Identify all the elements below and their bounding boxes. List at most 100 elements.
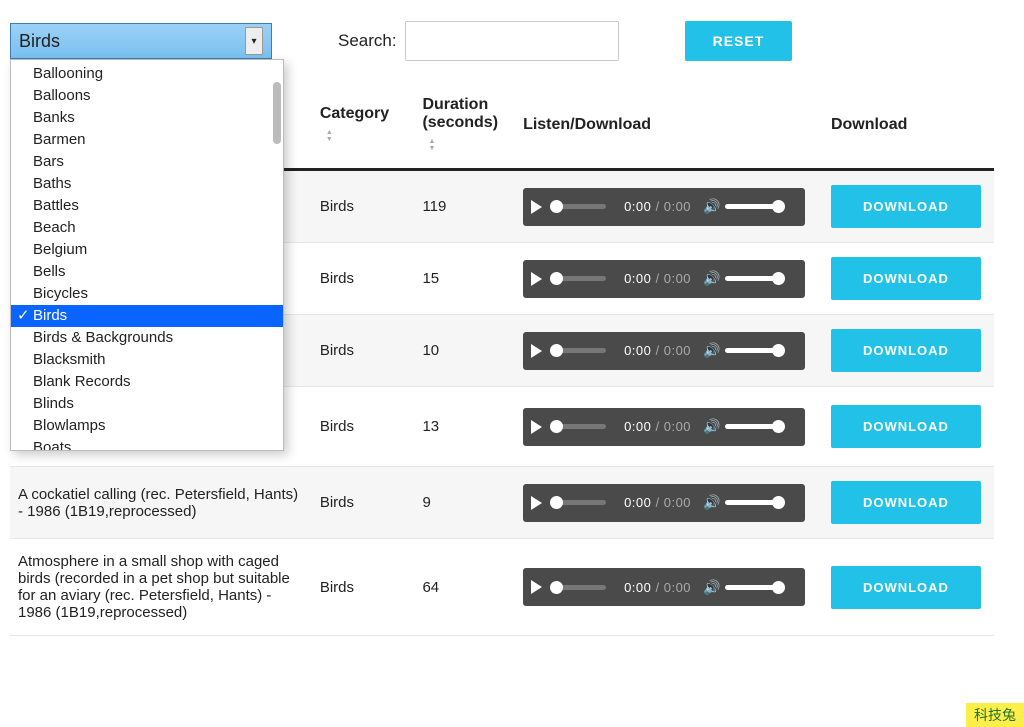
audio-player[interactable]: 0:00 / 0:00 🔊 <box>523 408 805 446</box>
audio-player[interactable]: 0:00 / 0:00 🔊 <box>523 484 805 522</box>
volume-icon[interactable]: 🔊 <box>703 198 721 215</box>
download-button[interactable]: DOWNLOAD <box>831 257 981 300</box>
dropdown-option[interactable]: Bicycles <box>11 283 283 305</box>
volume-icon[interactable]: 🔊 <box>703 494 721 511</box>
volume-knob[interactable] <box>772 272 785 285</box>
sort-icon: ▲▼ <box>428 138 435 152</box>
volume-slider[interactable] <box>725 585 781 590</box>
reset-button[interactable]: RESET <box>685 21 793 61</box>
cell-duration: 15 <box>414 243 515 315</box>
download-button[interactable]: DOWNLOAD <box>831 405 981 448</box>
download-button[interactable]: DOWNLOAD <box>831 329 981 372</box>
cell-download: DOWNLOAD <box>823 170 994 243</box>
seek-knob[interactable] <box>550 272 563 285</box>
cell-duration: 9 <box>414 467 515 539</box>
time-display: 0:00 / 0:00 <box>624 495 691 510</box>
cell-listen: 0:00 / 0:00 🔊 <box>515 387 823 467</box>
seek-knob[interactable] <box>550 496 563 509</box>
dropdown-option[interactable]: Battles <box>11 195 283 217</box>
cell-duration: 13 <box>414 387 515 467</box>
dropdown-option[interactable]: Blacksmith <box>11 349 283 371</box>
chevron-down-icon: ▾ <box>245 27 263 55</box>
seek-slider[interactable] <box>552 424 606 429</box>
volume-knob[interactable] <box>772 581 785 594</box>
download-button[interactable]: DOWNLOAD <box>831 185 981 228</box>
seek-slider[interactable] <box>552 204 606 209</box>
volume-slider[interactable] <box>725 204 781 209</box>
volume-knob[interactable] <box>772 496 785 509</box>
play-icon[interactable] <box>531 580 542 594</box>
sort-icon: ▲▼ <box>326 129 333 143</box>
cell-listen: 0:00 / 0:00🔊 <box>515 243 823 315</box>
audio-player[interactable]: 0:00 / 0:00🔊 <box>523 188 805 226</box>
col-header-duration[interactable]: Duration (seconds) ▲▼ <box>414 80 515 170</box>
download-button[interactable]: DOWNLOAD <box>831 481 981 524</box>
category-select-value: Birds <box>19 31 60 52</box>
time-display: 0:00 / 0:00 <box>624 419 691 434</box>
audio-player[interactable]: 0:00 / 0:00🔊 <box>523 260 805 298</box>
search-input[interactable] <box>405 21 619 61</box>
volume-icon[interactable]: 🔊 <box>703 418 721 435</box>
cell-duration: 64 <box>414 539 515 636</box>
volume-slider[interactable] <box>725 348 781 353</box>
dropdown-option[interactable]: Birds & Backgrounds <box>11 327 283 349</box>
dropdown-option[interactable]: Bells <box>11 261 283 283</box>
col-header-category[interactable]: Category ▲▼ <box>312 80 415 170</box>
seek-knob[interactable] <box>550 200 563 213</box>
seek-slider[interactable] <box>552 276 606 281</box>
seek-knob[interactable] <box>550 581 563 594</box>
dropdown-option[interactable]: Boats <box>11 437 283 451</box>
seek-knob[interactable] <box>550 420 563 433</box>
search-label: Search: <box>338 31 397 51</box>
volume-knob[interactable] <box>772 420 785 433</box>
volume-slider[interactable] <box>725 276 781 281</box>
volume-slider[interactable] <box>725 424 781 429</box>
dropdown-option[interactable]: Banks <box>11 107 283 129</box>
seek-slider[interactable] <box>552 348 606 353</box>
volume-icon[interactable]: 🔊 <box>703 270 721 287</box>
dropdown-option[interactable]: Barmen <box>11 129 283 151</box>
time-display: 0:00 / 0:00 <box>624 343 691 358</box>
cell-duration: 119 <box>414 170 515 243</box>
dropdown-option[interactable]: Belgium <box>11 239 283 261</box>
cell-listen: 0:00 / 0:00 🔊 <box>515 315 823 387</box>
audio-player[interactable]: 0:00 / 0:00 🔊 <box>523 568 805 606</box>
category-select[interactable]: Birds ▾ <box>10 23 272 59</box>
volume-knob[interactable] <box>772 200 785 213</box>
cell-category: Birds <box>312 315 415 387</box>
cell-category: Birds <box>312 243 415 315</box>
seek-slider[interactable] <box>552 500 606 505</box>
dropdown-option[interactable]: Blowlamps <box>11 415 283 437</box>
cell-download: DOWNLOAD <box>823 315 994 387</box>
volume-knob[interactable] <box>772 344 785 357</box>
filter-bar: Birds ▾ BallooningBalloonsBanksBarmenBar… <box>10 20 994 62</box>
dropdown-option[interactable]: Bars <box>11 151 283 173</box>
dropdown-option[interactable]: Ballooning <box>11 63 283 85</box>
volume-icon[interactable]: 🔊 <box>703 579 721 596</box>
volume-slider[interactable] <box>725 500 781 505</box>
time-display: 0:00 / 0:00 <box>624 580 691 595</box>
seek-slider[interactable] <box>552 585 606 590</box>
play-icon[interactable] <box>531 420 542 434</box>
dropdown-option[interactable]: Beach <box>11 217 283 239</box>
cell-duration: 10 <box>414 315 515 387</box>
audio-player[interactable]: 0:00 / 0:00 🔊 <box>523 332 805 370</box>
play-icon[interactable] <box>531 200 542 214</box>
download-button[interactable]: DOWNLOAD <box>831 566 981 609</box>
dropdown-option[interactable]: Blinds <box>11 393 283 415</box>
cell-download: DOWNLOAD <box>823 387 994 467</box>
volume-icon[interactable]: 🔊 <box>703 342 721 359</box>
play-icon[interactable] <box>531 496 542 510</box>
cell-category: Birds <box>312 170 415 243</box>
cell-listen: 0:00 / 0:00 🔊 <box>515 539 823 636</box>
table-row: A cockatiel calling (rec. Petersfield, H… <box>10 467 994 539</box>
dropdown-option[interactable]: Birds <box>11 305 283 327</box>
cell-category: Birds <box>312 387 415 467</box>
dropdown-option[interactable]: Baths <box>11 173 283 195</box>
play-icon[interactable] <box>531 344 542 358</box>
play-icon[interactable] <box>531 272 542 286</box>
cell-download: DOWNLOAD <box>823 467 994 539</box>
dropdown-option[interactable]: Balloons <box>11 85 283 107</box>
seek-knob[interactable] <box>550 344 563 357</box>
dropdown-option[interactable]: Blank Records <box>11 371 283 393</box>
